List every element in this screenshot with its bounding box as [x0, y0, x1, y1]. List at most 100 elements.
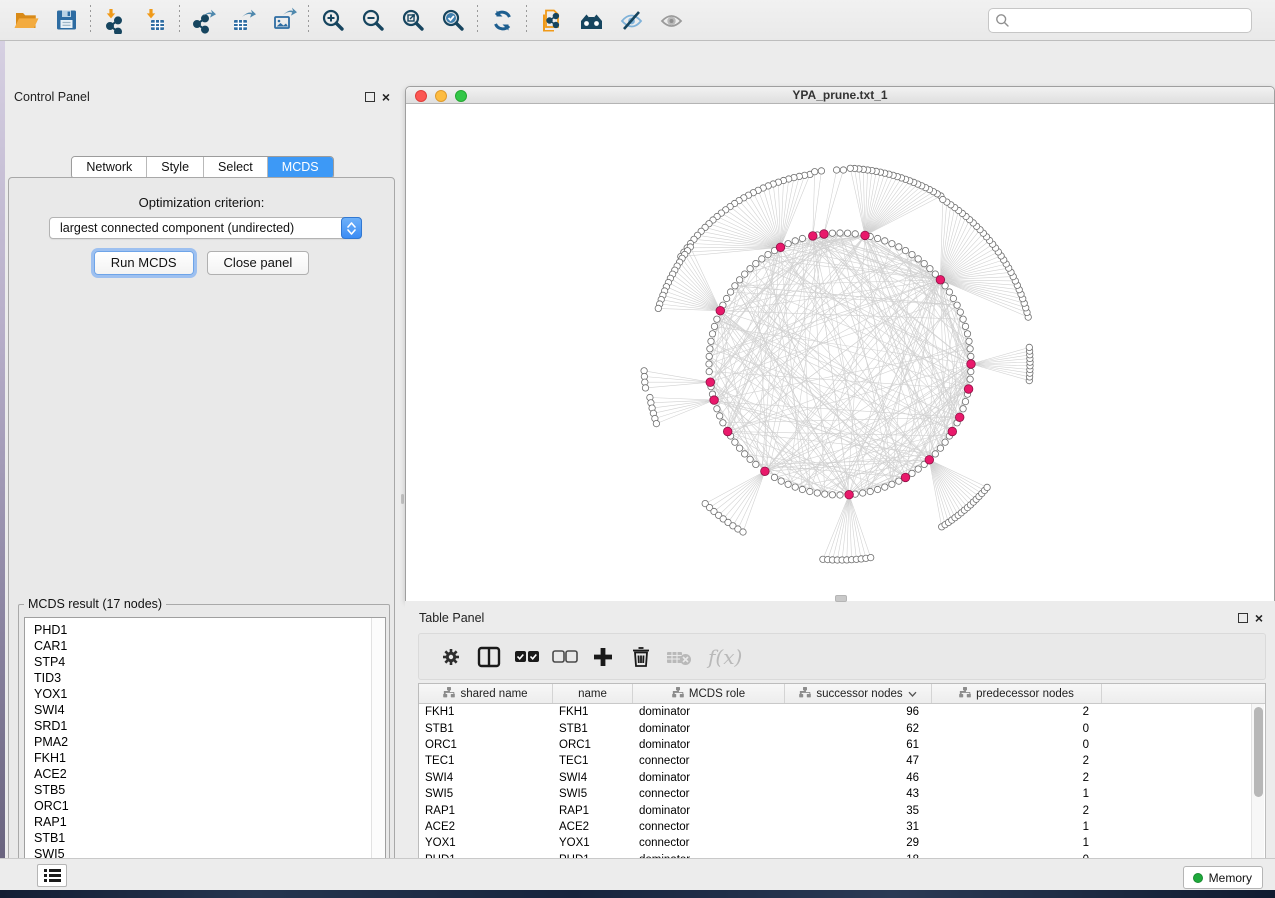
open-file-icon[interactable] [6, 3, 46, 37]
toolbar-separator [477, 5, 478, 35]
column-header-predecessor-nodes[interactable]: predecessor nodes [932, 684, 1102, 703]
delete-column-icon[interactable] [622, 639, 660, 675]
toolbar-separator [90, 5, 91, 35]
desktop-wallpaper [0, 890, 1275, 898]
result-node-item[interactable]: PMA2 [34, 734, 371, 750]
new-network-from-selection-icon[interactable] [531, 3, 571, 37]
shared-column-icon [959, 687, 971, 701]
zoom-in-icon[interactable] [313, 3, 353, 37]
import-network-icon[interactable] [95, 3, 135, 37]
network-graph[interactable] [406, 105, 1274, 601]
close-panel-button[interactable]: × [382, 92, 390, 102]
show-columns-icon[interactable] [470, 639, 508, 675]
cell-name: YOX1 [553, 837, 633, 849]
cell-MCDS-role: connector [633, 788, 785, 800]
close-panel-button-mcds[interactable]: Close panel [207, 251, 310, 275]
cell-name: TEC1 [553, 755, 633, 767]
tab-select[interactable]: Select [204, 157, 268, 178]
table-row-SWI5[interactable]: SWI5SWI5connector431 [419, 786, 1265, 802]
maximize-window-icon[interactable] [455, 90, 467, 102]
zoom-selected-icon[interactable] [433, 3, 473, 37]
result-node-item[interactable]: YOX1 [34, 686, 371, 702]
tab-network[interactable]: Network [72, 157, 147, 178]
save-session-icon[interactable] [46, 3, 86, 37]
show-graphics-icon[interactable] [651, 3, 691, 37]
select-all-rows-icon[interactable] [508, 639, 546, 675]
network-canvas[interactable] [406, 105, 1274, 601]
cell-MCDS-role: connector [633, 837, 785, 849]
table-row-RAP1[interactable]: RAP1RAP1dominator352 [419, 802, 1265, 818]
cell-predecessor-nodes: 2 [932, 805, 1102, 817]
result-node-item[interactable]: STP4 [34, 654, 371, 670]
run-mcds-button[interactable]: Run MCDS [94, 251, 194, 275]
result-node-item[interactable]: SRD1 [34, 718, 371, 734]
result-node-item[interactable]: PHD1 [34, 622, 371, 638]
export-image-icon[interactable] [264, 3, 304, 37]
column-header-shared-name[interactable]: shared name [419, 684, 553, 703]
deselect-all-rows-icon[interactable] [546, 639, 584, 675]
table-toolbar: f(x) [418, 633, 1266, 680]
cell-predecessor-nodes: 1 [932, 821, 1102, 833]
mcds-tab-content: Optimization criterion: largest connecte… [8, 177, 395, 898]
zoom-out-icon[interactable] [353, 3, 393, 37]
table-scrollbar[interactable] [1251, 704, 1264, 867]
cell-name: FKH1 [553, 706, 633, 718]
table-scrollbar-thumb[interactable] [1254, 707, 1263, 797]
result-node-item[interactable]: ACE2 [34, 766, 371, 782]
zoom-fit-icon[interactable] [393, 3, 433, 37]
search-input[interactable] [988, 8, 1252, 33]
cell-name: SWI5 [553, 788, 633, 800]
cell-successor-nodes: 47 [785, 755, 932, 767]
result-node-item[interactable]: CAR1 [34, 638, 371, 654]
cell-predecessor-nodes: 2 [932, 772, 1102, 784]
column-header-MCDS-role[interactable]: MCDS role [633, 684, 785, 703]
result-list-scrollbar[interactable] [371, 618, 385, 898]
cell-predecessor-nodes: 0 [932, 723, 1102, 735]
memory-button[interactable]: Memory [1183, 866, 1263, 889]
column-header-name[interactable]: name [553, 684, 633, 703]
node-table: shared namenameMCDS rolesuccessor nodesp… [418, 683, 1266, 868]
close-window-icon[interactable] [415, 90, 427, 102]
delete-table-icon[interactable] [660, 639, 698, 675]
close-table-panel-button[interactable]: × [1255, 613, 1263, 623]
result-node-item[interactable]: STB1 [34, 830, 371, 846]
function-builder-icon[interactable]: f(x) [708, 645, 742, 669]
refresh-icon[interactable] [482, 3, 522, 37]
toolbar-separator [526, 5, 527, 35]
cell-successor-nodes: 62 [785, 723, 932, 735]
column-header-successor-nodes[interactable]: successor nodes [785, 684, 932, 703]
import-table-icon[interactable] [135, 3, 175, 37]
export-table-icon[interactable] [224, 3, 264, 37]
float-panel-button[interactable] [365, 92, 375, 102]
export-network-icon[interactable] [184, 3, 224, 37]
result-node-item[interactable]: FKH1 [34, 750, 371, 766]
add-column-icon[interactable] [584, 639, 622, 675]
result-node-item[interactable]: STB5 [34, 782, 371, 798]
table-row-FKH1[interactable]: FKH1FKH1dominator962 [419, 704, 1265, 720]
table-row-ORC1[interactable]: ORC1ORC1dominator610 [419, 737, 1265, 753]
tab-mcds[interactable]: MCDS [268, 157, 333, 178]
table-row-YOX1[interactable]: YOX1YOX1connector291 [419, 835, 1265, 851]
criterion-select[interactable]: largest connected component (undirected) [49, 217, 362, 239]
result-node-item[interactable]: RAP1 [34, 814, 371, 830]
table-row-TEC1[interactable]: TEC1TEC1connector472 [419, 753, 1265, 769]
result-node-item[interactable]: TID3 [34, 670, 371, 686]
cell-successor-nodes: 29 [785, 837, 932, 849]
float-table-panel-button[interactable] [1238, 613, 1248, 623]
main-toolbar [0, 0, 1275, 41]
table-settings-gear-icon[interactable] [432, 639, 470, 675]
tab-style[interactable]: Style [147, 157, 204, 178]
network-window-titlebar[interactable]: YPA_prune.txt_1 [406, 87, 1274, 104]
result-node-item[interactable]: ORC1 [34, 798, 371, 814]
cell-shared-name: ACE2 [419, 821, 553, 833]
panel-menu-button[interactable] [37, 864, 67, 887]
search-box [988, 8, 1252, 33]
table-row-STB1[interactable]: STB1STB1dominator620 [419, 720, 1265, 736]
search-network-icon[interactable] [571, 3, 611, 37]
table-row-ACE2[interactable]: ACE2ACE2connector311 [419, 819, 1265, 835]
minimize-window-icon[interactable] [435, 90, 447, 102]
toolbar-buttons [0, 3, 691, 37]
table-row-SWI4[interactable]: SWI4SWI4dominator462 [419, 770, 1265, 786]
hide-graphics-icon[interactable] [611, 3, 651, 37]
result-node-item[interactable]: SWI4 [34, 702, 371, 718]
